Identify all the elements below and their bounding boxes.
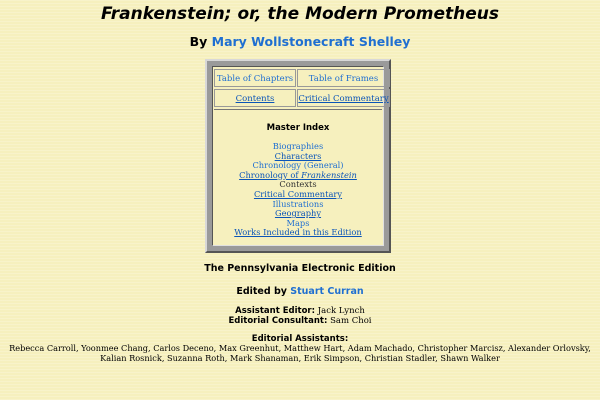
edition-title: The Pennsylvania Electronic Edition: [204, 263, 396, 274]
editor-link[interactable]: Stuart Curran: [290, 286, 363, 297]
byline-prefix: By: [189, 34, 208, 49]
table-of-frames-link[interactable]: Table of Frames: [297, 69, 390, 87]
editorial-consultant-name: Sam Choi: [330, 315, 372, 326]
contents-link[interactable]: Contents: [214, 89, 296, 107]
page-title: Frankenstein; or, the Modern Prometheus: [101, 4, 499, 24]
navigation-frame: Table of Chapters Table of Frames Conten…: [205, 59, 391, 253]
master-index-title: Master Index: [266, 123, 330, 133]
assistant-editor-name: Jack Lynch: [317, 306, 365, 316]
assistants-line-2: Kalian Rosnick, Suzanna Roth, Mark Shana…: [100, 352, 500, 363]
master-index-list: Biographies Characters Chronology (Gener…: [213, 141, 383, 238]
author-link[interactable]: Mary Wollstonecraft Shelley: [212, 34, 411, 49]
frankenstein-title: Frankenstein: [301, 169, 357, 180]
panel-divider: [214, 109, 382, 110]
editorial-consultant-line: Editorial Consultant: Sam Choi: [0, 315, 600, 327]
edited-by: Edited by Stuart Curran: [0, 286, 600, 297]
chronology-of-label: Chronology of: [239, 169, 302, 180]
staff-credits: Assistant Editor: Jack Lynch Editorial C…: [0, 306, 600, 327]
assistant-editor-label: Assistant Editor:: [235, 306, 316, 316]
edited-by-prefix: Edited by: [236, 286, 287, 297]
navigation-panel: Table of Chapters Table of Frames Conten…: [212, 66, 390, 246]
byline: By Mary Wollstonecraft Shelley: [0, 34, 600, 49]
index-item-works-included[interactable]: Works Included in this Edition: [213, 228, 383, 238]
table-of-chapters-link[interactable]: Table of Chapters: [214, 69, 296, 87]
editorial-consultant-label: Editorial Consultant:: [228, 315, 328, 326]
critical-commentary-link[interactable]: Critical Commentary: [297, 89, 390, 107]
editorial-assistants-names: Rebecca Carroll, Yoonmee Chang, Carlos D…: [4, 343, 596, 363]
